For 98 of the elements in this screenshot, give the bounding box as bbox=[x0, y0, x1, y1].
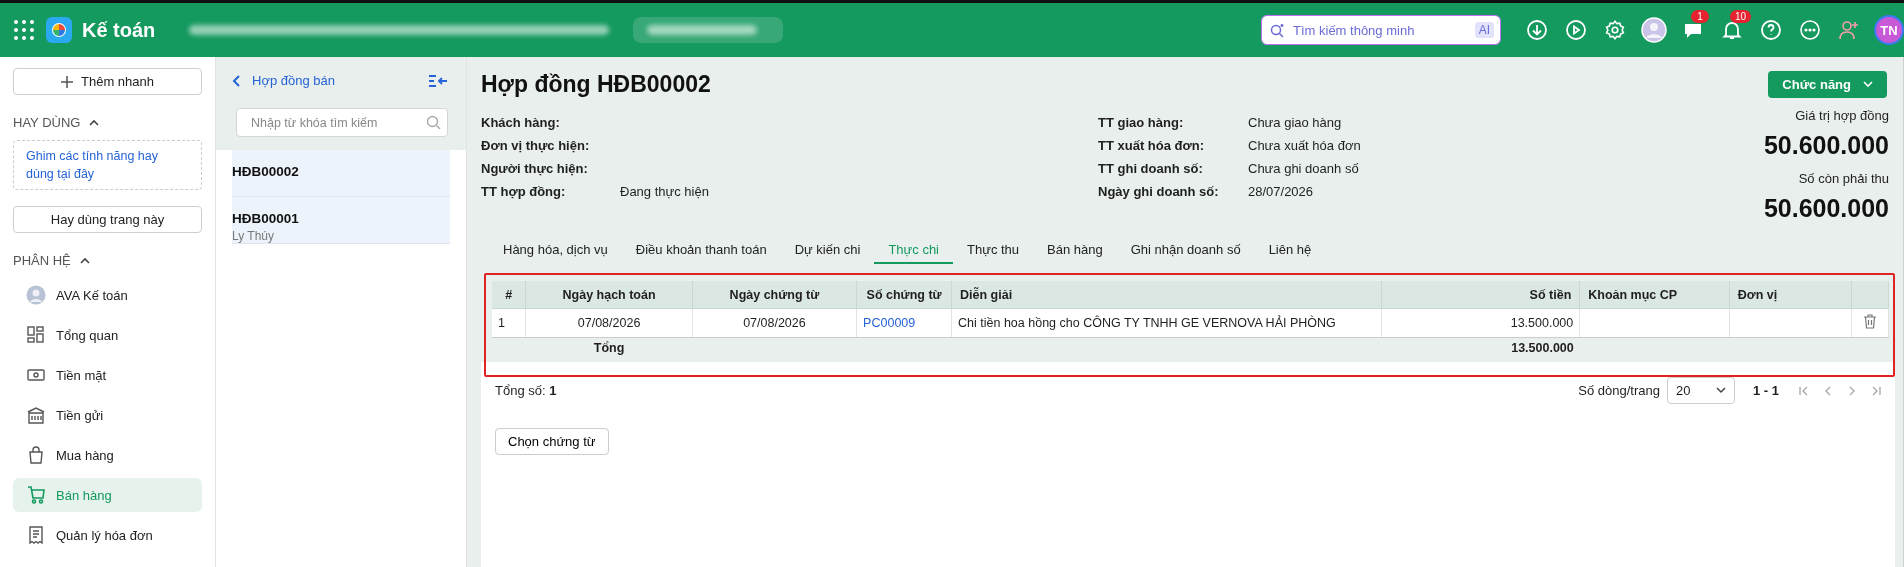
dashboard-icon bbox=[27, 326, 45, 344]
chevron-down-icon bbox=[1716, 387, 1726, 394]
field-value: Chưa giao hàng bbox=[1248, 114, 1342, 130]
total-label: Tổng bbox=[593, 341, 625, 355]
tab[interactable]: Liên hệ bbox=[1254, 238, 1326, 264]
first-page-icon[interactable] bbox=[1799, 385, 1809, 396]
column-header: # bbox=[492, 281, 526, 309]
column-header: Ngày hạch toán bbox=[525, 281, 693, 309]
page-range: 1 - 1 bbox=[1753, 383, 1779, 398]
total-label: Số còn phải thu bbox=[1798, 171, 1889, 186]
pin-page-button[interactable]: Hay dùng trang này bbox=[13, 206, 202, 233]
cart-icon bbox=[27, 486, 45, 504]
avatar-icon[interactable] bbox=[1640, 17, 1667, 43]
more-icon[interactable] bbox=[1798, 19, 1821, 41]
shopping-bag-icon bbox=[27, 446, 45, 464]
tab[interactable]: Bán hàng bbox=[1033, 238, 1117, 264]
user-avatar[interactable]: TN bbox=[1874, 15, 1904, 45]
field-label: Người thực hiện: bbox=[481, 160, 589, 176]
table-cell: 07/08/2026 bbox=[743, 316, 806, 330]
column-header: Số chứng từ bbox=[856, 281, 952, 309]
pin-hint: Ghim các tính năng hay dùng tại đây bbox=[13, 140, 202, 190]
play-icon[interactable] bbox=[1564, 19, 1587, 41]
smart-search-box[interactable]: Tìm kiếm thông minh AI bbox=[1261, 15, 1501, 45]
chevron-up-icon[interactable] bbox=[89, 119, 100, 126]
table-cell: 07/08/2026 bbox=[577, 316, 641, 330]
tab[interactable]: Thực thu bbox=[953, 238, 1034, 264]
field-label: TT xuất hóa đơn: bbox=[1098, 137, 1205, 153]
last-page-icon[interactable] bbox=[1871, 385, 1881, 396]
nav-item[interactable]: Mua hàng bbox=[13, 438, 202, 472]
tab[interactable]: Ghi nhận doanh số bbox=[1116, 238, 1255, 264]
help-icon[interactable] bbox=[1759, 19, 1782, 41]
app-logo-icon bbox=[46, 17, 72, 43]
column-header: Diễn giải bbox=[951, 281, 1382, 309]
field-value: Chưa xuất hóa đơn bbox=[1248, 137, 1361, 153]
count-badge: 10 bbox=[1730, 10, 1752, 23]
section-title: HAY DÙNG bbox=[13, 115, 81, 130]
nav-item[interactable]: AVA Kế toán bbox=[13, 278, 202, 312]
cash-icon bbox=[27, 368, 45, 382]
receipt-icon bbox=[28, 526, 44, 544]
field-label: Đơn vị thực hiện: bbox=[481, 137, 591, 153]
delete-icon[interactable] bbox=[1863, 314, 1877, 329]
field-label: Khách hàng: bbox=[481, 114, 561, 130]
column-header: Số tiền bbox=[1381, 281, 1580, 309]
page-title: Hợp đồng HĐB00002 bbox=[481, 71, 711, 98]
panel-title: Hợp đồng bán bbox=[252, 73, 336, 88]
search-box[interactable]: Nhập từ khóa tìm kiếm bbox=[236, 108, 448, 137]
field-label: TT giao hàng: bbox=[1098, 114, 1185, 130]
apps-menu-icon[interactable] bbox=[14, 20, 34, 40]
field-label: TT hợp đồng: bbox=[481, 183, 567, 199]
table-cell: Chi tiền hoa hồng cho CÔNG TY TNHH GE VERNOVA HẢI PHÒNG bbox=[958, 316, 1336, 330]
bell-icon[interactable] bbox=[1720, 19, 1743, 41]
tab[interactable]: Dự kiến chi bbox=[780, 238, 875, 264]
total-label: Giá trị hợp đồng bbox=[1795, 108, 1889, 123]
tab[interactable]: Điều khoản thanh toán bbox=[621, 238, 781, 264]
page-size-select[interactable]: 20 bbox=[1667, 377, 1735, 404]
total-amount: 13.500.000 bbox=[1511, 341, 1574, 355]
actions-button[interactable]: Chức năng bbox=[1768, 71, 1887, 98]
quick-add-button[interactable]: Thêm nhanh bbox=[13, 68, 202, 95]
field-label: TT ghi doanh số: bbox=[1098, 160, 1204, 176]
page-size-label: Số dòng/trang bbox=[1578, 383, 1660, 398]
next-page-icon[interactable] bbox=[1847, 385, 1857, 396]
total-amount: 50.600.000 bbox=[1763, 194, 1889, 223]
choose-voucher-button[interactable]: Chọn chứng từ bbox=[495, 428, 609, 455]
collapse-icon[interactable] bbox=[428, 73, 448, 88]
download-icon[interactable] bbox=[1525, 19, 1548, 41]
column-header: Đơn vị bbox=[1729, 281, 1852, 309]
chevron-up-icon[interactable] bbox=[79, 257, 90, 264]
back-icon[interactable] bbox=[232, 74, 240, 87]
tab[interactable]: Hàng hóa, dịch vụ bbox=[489, 238, 622, 264]
ai-search-icon bbox=[1270, 22, 1285, 38]
nav-item[interactable]: Tiền mặt bbox=[13, 358, 202, 392]
field-value: Chưa ghi doanh số bbox=[1248, 160, 1359, 176]
avatar-icon bbox=[26, 285, 46, 305]
settings-icon[interactable] bbox=[1603, 19, 1626, 41]
search-icon bbox=[426, 115, 441, 130]
nav-item[interactable]: Tổng quan bbox=[13, 318, 202, 352]
count-badge: 1 bbox=[1691, 10, 1709, 23]
previous-page-icon[interactable] bbox=[1823, 385, 1833, 396]
chevron-down-icon bbox=[1863, 81, 1873, 88]
nav-item[interactable]: Tiền gửi bbox=[13, 398, 202, 432]
record-count: Tổng số: 1 bbox=[495, 383, 557, 398]
section-title: PHÂN HỆ bbox=[13, 253, 71, 268]
table-cell: 13.500.000 bbox=[1510, 316, 1574, 330]
ai-badge: AI bbox=[1474, 22, 1494, 38]
field-label: Ngày ghi doanh số: bbox=[1098, 183, 1220, 199]
column-header: Khoản mục CP bbox=[1579, 281, 1730, 309]
field-value: 28/07/2026 bbox=[1248, 183, 1314, 199]
bank-icon bbox=[27, 406, 45, 424]
column-header: Ngày chứng từ bbox=[692, 281, 857, 309]
total-amount: 50.600.000 bbox=[1763, 131, 1889, 160]
app-name: Kế toán bbox=[82, 18, 156, 42]
nav-item[interactable]: Quản lý hóa đơn bbox=[13, 518, 202, 552]
contract-list-item[interactable]: HĐB00001 Ly Thúy bbox=[232, 197, 450, 244]
table-cell: 1 bbox=[498, 316, 505, 330]
field-value: Đang thực hiện bbox=[620, 183, 709, 199]
plus-icon bbox=[61, 75, 73, 88]
contract-list-item[interactable]: HĐB00002 bbox=[232, 150, 450, 197]
add-user-icon[interactable] bbox=[1836, 18, 1861, 42]
